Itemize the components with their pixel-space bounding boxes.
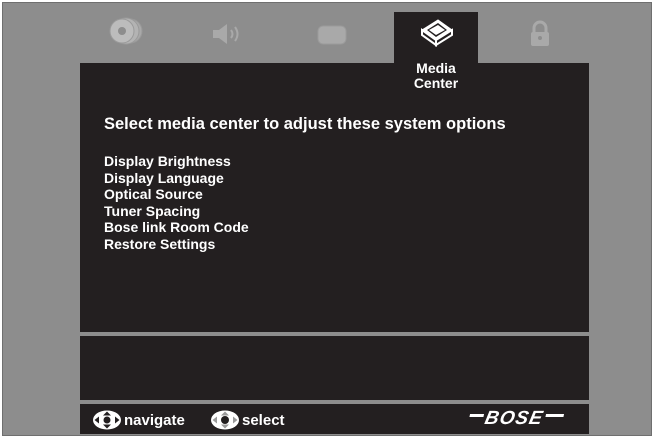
tab-label: Media Center [394, 61, 478, 91]
footer-bar: navigate select BOSE [80, 404, 589, 434]
option-bose-link-room-code[interactable]: Bose link Room Code [104, 219, 249, 236]
option-optical-source[interactable]: Optical Source [104, 186, 249, 203]
select-pad-icon [211, 410, 239, 430]
options-list: Display Brightness Display Language Opti… [104, 153, 249, 253]
info-panel [80, 336, 589, 400]
option-display-brightness[interactable]: Display Brightness [104, 153, 249, 170]
select-hint: select [210, 410, 285, 430]
disc-icon[interactable] [108, 13, 144, 49]
option-display-language[interactable]: Display Language [104, 170, 249, 187]
select-label: select [242, 411, 285, 429]
option-tuner-spacing[interactable]: Tuner Spacing [104, 203, 249, 220]
bose-logo: BOSE [482, 408, 546, 429]
system-menu-screen: Media Center Select media center to adju… [2, 2, 652, 436]
tab-media-center[interactable] [394, 12, 478, 64]
navigate-pad-icon [93, 410, 121, 430]
tab-label-line1: Media [416, 60, 456, 76]
page-title: Select media center to adjust these syst… [104, 115, 506, 133]
tab-label-line2: Center [413, 75, 459, 91]
tv-icon[interactable] [316, 24, 348, 46]
speaker-icon[interactable] [211, 23, 245, 45]
option-restore-settings[interactable]: Restore Settings [104, 236, 249, 253]
navigate-hint: navigate [92, 410, 185, 430]
media-center-icon [421, 19, 453, 47]
lock-icon[interactable] [529, 20, 551, 48]
navigate-label: navigate [124, 411, 185, 429]
